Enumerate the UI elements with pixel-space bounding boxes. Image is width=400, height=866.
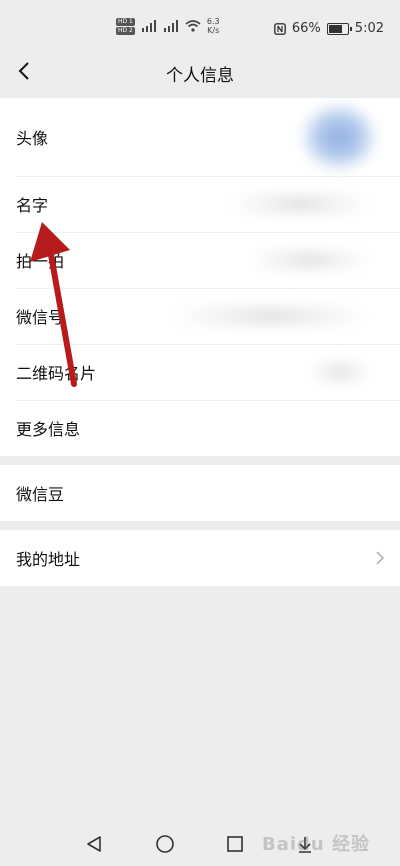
network-speed: 6.3 K/s xyxy=(207,17,220,35)
hd2-badge: HD 2 xyxy=(116,26,135,35)
hd-indicator: HD 1 HD 2 xyxy=(116,17,135,35)
hd1-badge: HD 1 xyxy=(116,17,135,26)
nav-bar: 个人信息 xyxy=(0,44,400,98)
avatar xyxy=(302,104,376,170)
chevron-right-icon xyxy=(376,551,384,565)
system-nav-bar: Baidu 经验 xyxy=(0,820,400,866)
triangle-back-icon xyxy=(87,836,101,852)
blurred-value xyxy=(250,251,370,269)
blurred-value xyxy=(310,363,370,381)
net-speed-unit: K/s xyxy=(207,26,220,35)
system-recents-button[interactable] xyxy=(223,832,247,856)
list-item-name[interactable]: 名字 xyxy=(0,176,400,232)
battery-percent: 66% xyxy=(291,21,321,36)
list-item-address[interactable]: 我的地址 xyxy=(0,530,400,586)
row-label: 微信号 xyxy=(16,308,65,327)
row-label: 微信豆 xyxy=(16,485,65,504)
row-label: 拍一拍 xyxy=(16,252,65,271)
list-item-pat[interactable]: 拍一拍 xyxy=(0,232,400,288)
profile-settings-group: 头像 名字 拍一拍 微信号 二维码名片 更多信息 xyxy=(0,98,400,456)
signal-icon xyxy=(141,20,156,32)
row-label: 名字 xyxy=(16,196,49,215)
bean-group: 微信豆 xyxy=(0,465,400,521)
list-item-qr-card[interactable]: 二维码名片 xyxy=(0,344,400,400)
system-back-button[interactable] xyxy=(82,832,106,856)
nfc-icon xyxy=(273,22,286,35)
circle-home-icon xyxy=(156,835,174,853)
row-label: 头像 xyxy=(16,129,49,148)
watermark: Baidu 经验 xyxy=(261,834,370,855)
wifi-icon xyxy=(185,20,201,32)
system-home-button[interactable] xyxy=(153,832,177,856)
row-label: 我的地址 xyxy=(16,550,81,569)
page-title: 个人信息 xyxy=(166,66,234,86)
status-bar: HD 1 HD 2 6.3 K/s 66% 5:02 xyxy=(0,0,400,44)
list-item-wechat-id[interactable]: 微信号 xyxy=(0,288,400,344)
net-speed-value: 6.3 xyxy=(206,17,220,26)
row-label: 二维码名片 xyxy=(16,364,97,383)
row-label: 更多信息 xyxy=(16,420,81,439)
list-item-more-info[interactable]: 更多信息 xyxy=(0,400,400,456)
list-item-avatar[interactable]: 头像 xyxy=(0,98,400,176)
list-item-wechat-beans[interactable]: 微信豆 xyxy=(0,465,400,521)
address-group: 我的地址 xyxy=(0,530,400,586)
blurred-value xyxy=(230,195,370,213)
clock: 5:02 xyxy=(354,21,384,36)
battery-icon xyxy=(326,22,352,35)
square-recents-icon xyxy=(227,836,243,852)
blurred-value xyxy=(170,307,370,325)
signal-icon-2 xyxy=(163,20,178,32)
